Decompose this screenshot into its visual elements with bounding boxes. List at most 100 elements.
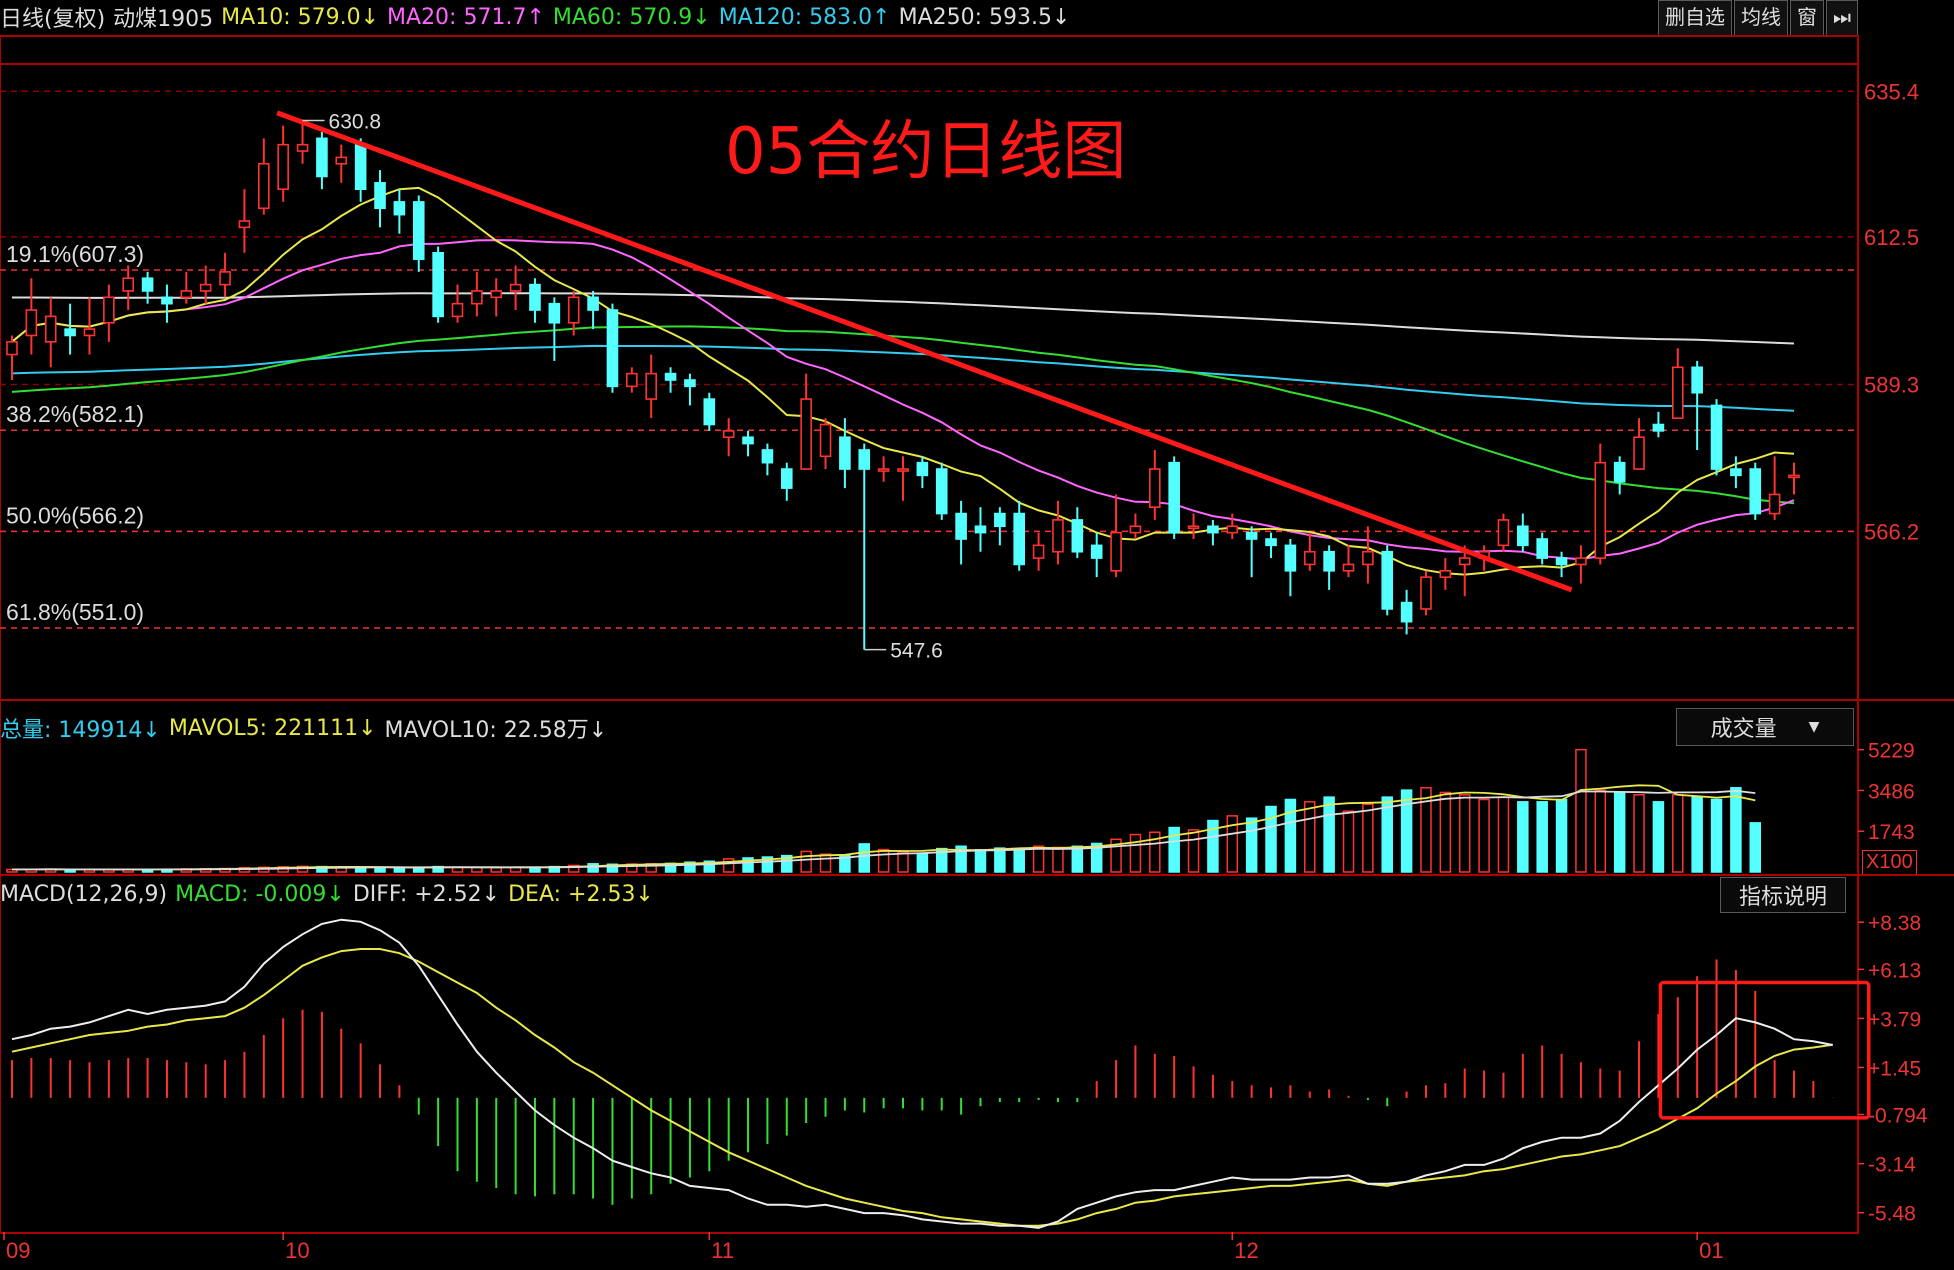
- volume-bar: [1323, 796, 1335, 873]
- volume-bar: [1032, 845, 1045, 873]
- candle-body: [839, 436, 851, 470]
- volume-axis-label-0: 5229: [1868, 740, 1915, 763]
- candle-body: [83, 328, 96, 337]
- x-axis-label-1: 10: [285, 1238, 309, 1263]
- candle-body: [1730, 468, 1742, 477]
- candle-body: [490, 290, 503, 299]
- fib-label-2: 50.0%(566.2): [6, 502, 144, 528]
- fib-label-1: 38.2%(582.1): [6, 401, 144, 427]
- volume-bar: [1362, 803, 1374, 873]
- candle-body: [1710, 404, 1723, 470]
- candle-body: [1400, 601, 1413, 623]
- candle-body: [1652, 423, 1665, 432]
- price-axis-label-3: 566.2: [1864, 519, 1919, 544]
- candle-body: [316, 137, 328, 178]
- volume-bar: [800, 850, 812, 873]
- volume-bar: [1342, 810, 1355, 873]
- candle-body: [354, 143, 367, 190]
- candle-body: [1633, 436, 1645, 470]
- volume-bar: [587, 863, 599, 873]
- candle-body: [471, 290, 483, 305]
- candle-body: [897, 468, 909, 472]
- candle-body: [1362, 550, 1374, 566]
- volume-bar: [490, 866, 502, 873]
- candle-body: [1768, 493, 1781, 515]
- ma10-line: [11, 186, 1795, 576]
- candle-body: [1458, 557, 1471, 566]
- candle-body: [277, 143, 289, 190]
- candle-body: [703, 398, 716, 426]
- candle-body: [509, 283, 522, 292]
- candle-body: [800, 398, 812, 470]
- high-price-label: 630.8: [329, 111, 382, 134]
- candle-body: [684, 379, 696, 388]
- volume-axis-label-1: 3486: [1868, 780, 1915, 803]
- candle-body: [1110, 531, 1122, 572]
- x-axis-label-0: 09: [6, 1238, 30, 1263]
- candle-body: [1284, 544, 1297, 572]
- candle-body: [1168, 461, 1180, 534]
- volume-bar: [1730, 787, 1742, 873]
- candle-body: [1032, 544, 1045, 559]
- candle-body: [199, 283, 212, 292]
- volume-bar: [1652, 801, 1665, 873]
- volume-bar: [1536, 801, 1548, 873]
- volume-bar: [393, 867, 406, 873]
- candle-body: [645, 372, 657, 400]
- macd-highlight-box: [1658, 980, 1871, 1120]
- volume-bar: [413, 867, 425, 873]
- candle-body: [6, 341, 18, 356]
- candle-body: [122, 277, 135, 292]
- fib-label-3: 61.8%(551.0): [6, 599, 144, 625]
- candle-body: [548, 302, 561, 324]
- candle-body: [44, 315, 57, 343]
- candle-body: [916, 461, 929, 477]
- price-axis-label-0: 635.4: [1864, 79, 1919, 104]
- volume-bar: [1691, 796, 1703, 873]
- candle-body: [664, 372, 677, 381]
- candle-body: [64, 328, 76, 337]
- volume-bar: [1129, 833, 1142, 873]
- candle-body: [393, 201, 406, 216]
- low-price-label: 547.6: [890, 640, 943, 663]
- kline-chart[interactable]: 635.4 612.5 589.3 566.2 19.1%(607.3) 38.2%(58…: [0, 0, 1954, 1270]
- candle-body: [1691, 366, 1703, 394]
- x-axis-label-4: 01: [1699, 1238, 1723, 1263]
- volume-bar: [877, 848, 890, 873]
- candle-body: [1226, 525, 1239, 534]
- candle-body: [1052, 519, 1064, 553]
- candle-body: [1420, 576, 1432, 610]
- volume-bar: [1594, 789, 1607, 873]
- candle-body: [1788, 474, 1800, 479]
- fib-label-0: 19.1%(607.3): [6, 241, 144, 267]
- candle-body: [1497, 519, 1510, 547]
- volume-bar: [858, 843, 871, 873]
- x-axis-label-3: 12: [1234, 1238, 1258, 1263]
- candle-body: [1342, 563, 1355, 572]
- candle-body: [877, 468, 890, 472]
- price-axis-label-2: 589.3: [1864, 372, 1919, 397]
- candle-body: [819, 423, 832, 458]
- candle-body: [587, 296, 599, 311]
- candle-body: [258, 162, 270, 210]
- volume-bar: [819, 853, 832, 873]
- candle-body: [626, 372, 638, 388]
- candle-body: [955, 512, 967, 540]
- candle-body: [1323, 550, 1335, 572]
- candle-body: [529, 283, 541, 311]
- candle-body: [974, 525, 987, 534]
- volume-bar: [1284, 798, 1297, 873]
- candle-body: [567, 296, 580, 324]
- candle-body: [1207, 525, 1219, 534]
- candle-body: [25, 309, 38, 337]
- price-axis-label-1: 612.5: [1864, 225, 1919, 250]
- volume-bar: [1497, 796, 1510, 873]
- volume-bar: [897, 851, 909, 873]
- candle-body: [1149, 468, 1161, 509]
- trend-line: [276, 110, 1573, 593]
- candle-body: [296, 143, 309, 152]
- candle-body: [238, 220, 251, 229]
- volume-bar: [1575, 748, 1587, 873]
- volume-axis-label-2: 1743: [1868, 821, 1915, 844]
- candle-body: [103, 296, 115, 324]
